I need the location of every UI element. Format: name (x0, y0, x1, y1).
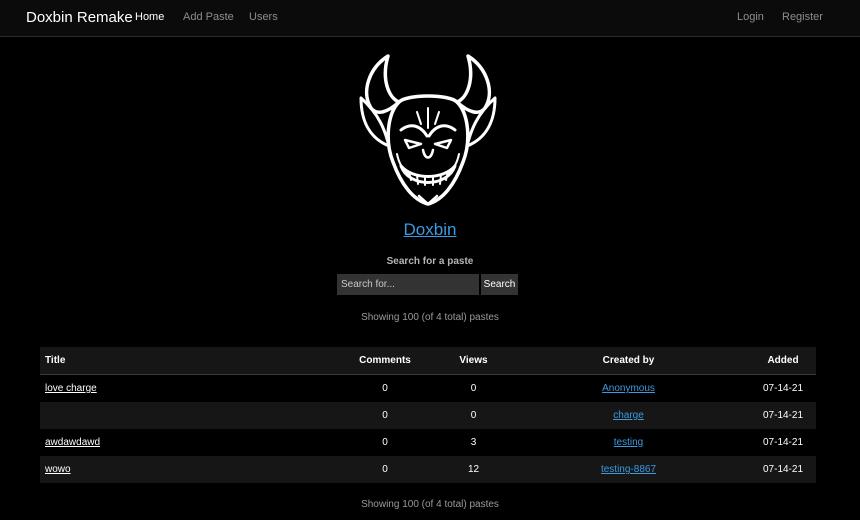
added-date-cell: 07-14-21 (750, 374, 816, 402)
site-title-link[interactable]: Doxbin (0, 220, 860, 240)
paste-title-link[interactable]: love charge (45, 383, 97, 394)
nav-users-link[interactable]: Users (249, 11, 278, 23)
table-header-row: Title Comments Views Created by Added (40, 347, 816, 375)
table-row: awdawdawd 0 3 testing 07-14-21 (40, 429, 816, 456)
top-navbar: Doxbin Remake Home Add Paste Users Login… (0, 0, 860, 37)
nav-home-link[interactable]: Home (135, 11, 164, 23)
table-row: wowo 0 12 testing-8867 07-14-21 (40, 456, 816, 483)
views-cell: 3 (440, 429, 507, 456)
column-header-comments: Comments (330, 347, 440, 375)
comments-cell: 0 (330, 429, 440, 456)
nav-register-link[interactable]: Register (782, 11, 823, 23)
comments-cell: 0 (330, 402, 440, 429)
nav-login-link[interactable]: Login (737, 11, 764, 23)
creator-link[interactable]: charge (613, 410, 644, 421)
added-date-cell: 07-14-21 (750, 456, 816, 483)
comments-cell: 0 (330, 456, 440, 483)
column-header-views: Views (440, 347, 507, 375)
added-date-cell: 07-14-21 (750, 402, 816, 429)
search-button[interactable]: Search (481, 274, 518, 295)
creator-link[interactable]: testing-8867 (601, 464, 656, 475)
search-input[interactable] (337, 274, 479, 295)
comments-cell: 0 (330, 374, 440, 402)
paste-count-summary: Showing 100 (of 4 total) pastes (361, 312, 499, 323)
paste-title-link[interactable]: awdawdawd (45, 437, 100, 448)
added-date-cell: 07-14-21 (750, 429, 816, 456)
nav-add-paste-link[interactable]: Add Paste (183, 11, 234, 23)
creator-link[interactable]: testing (614, 437, 643, 448)
brand-link[interactable]: Doxbin Remake (26, 9, 133, 26)
views-cell: 0 (440, 374, 507, 402)
demon-head-logo-icon (359, 54, 497, 206)
column-header-created-by: Created by (507, 347, 750, 375)
views-cell: 0 (440, 402, 507, 429)
paste-title-link[interactable]: wowo (45, 464, 71, 475)
column-header-title: Title (40, 347, 330, 375)
creator-link[interactable]: Anonymous (602, 383, 655, 394)
table-row: love charge 0 0 Anonymous 07-14-21 (40, 374, 816, 402)
pastes-table: Title Comments Views Created by Added lo… (40, 347, 816, 483)
search-label: Search for a paste (386, 256, 474, 267)
views-cell: 12 (440, 456, 507, 483)
paste-count-summary-bottom: Showing 100 (of 4 total) pastes (361, 499, 499, 510)
column-header-added: Added (750, 347, 816, 375)
table-row: 0 0 charge 07-14-21 (40, 402, 816, 429)
